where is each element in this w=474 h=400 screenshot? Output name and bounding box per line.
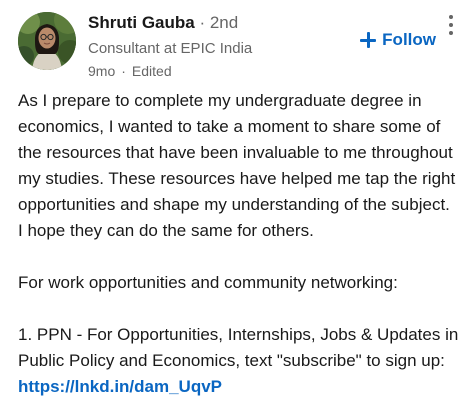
more-options-button[interactable] (442, 10, 460, 40)
follow-label: Follow (382, 30, 436, 49)
post-text-line: my studies. These resources have helped … (18, 169, 456, 188)
more-vertical-icon-dot (449, 23, 453, 27)
avatar[interactable] (18, 12, 76, 70)
post-text-line: Public Policy and Economics, text "subsc… (18, 351, 445, 370)
post-link[interactable]: https://lnkd.in/dam_UqvP (18, 377, 222, 396)
post-body: As I prepare to complete my undergraduat… (18, 88, 468, 400)
more-vertical-icon-dot (449, 31, 453, 35)
post-text-line: For work opportunities and community net… (18, 273, 398, 292)
meta-separator: · (121, 63, 126, 79)
feed-post: Shruti Gauba · 2nd Consultant at EPIC In… (0, 0, 474, 400)
author-name[interactable]: Shruti Gauba (88, 13, 195, 32)
plus-icon (360, 32, 377, 48)
edited-label: Edited (131, 63, 172, 79)
post-text-line: As I prepare to complete my undergraduat… (18, 91, 422, 110)
connection-degree: · 2nd (199, 13, 239, 32)
post-text-line: economics, I wanted to take a moment to … (18, 117, 441, 136)
author-info: Shruti Gauba · 2nd Consultant at EPIC In… (88, 12, 252, 81)
post-text-line: I hope they can do the same for others. (18, 221, 314, 240)
post-link-line: https://lnkd.in/dam_UqvP (18, 374, 468, 400)
post-text-line: 1. PPN - For Opportunities, Internships,… (18, 325, 459, 344)
post-text-line: opportunities and shape my understanding… (18, 195, 450, 214)
post-meta: 9mo · Edited (88, 61, 252, 81)
post-time: 9mo (88, 63, 116, 79)
post-text-line: the resources that have been invaluable … (18, 143, 453, 162)
more-vertical-icon (449, 15, 453, 19)
follow-button[interactable]: Follow (360, 28, 436, 52)
author-name-line: Shruti Gauba · 2nd (88, 12, 252, 34)
author-headline: Consultant at EPIC India (88, 40, 253, 57)
profile-photo (18, 12, 76, 70)
